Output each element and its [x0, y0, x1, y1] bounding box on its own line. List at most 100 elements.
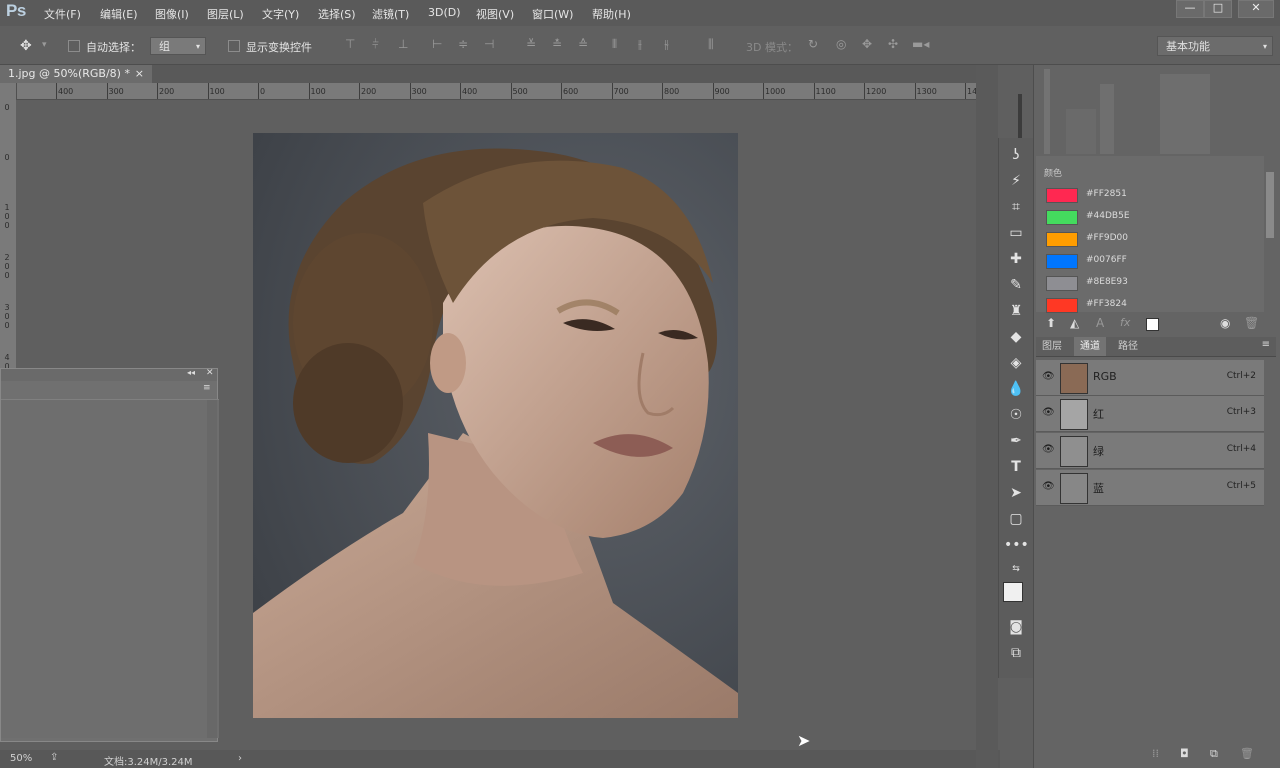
- document-image[interactable]: [253, 133, 738, 718]
- tab-paths[interactable]: 路径: [1112, 337, 1144, 356]
- menu-window[interactable]: 窗口(W): [532, 6, 573, 22]
- eye-icon[interactable]: 👁: [1042, 407, 1056, 419]
- trash-icon[interactable]: 🗑: [1240, 747, 1254, 760]
- move-tool-icon[interactable]: ✥: [20, 38, 32, 54]
- scrollbar[interactable]: [207, 400, 217, 738]
- tab-layers[interactable]: 图层: [1036, 337, 1068, 356]
- swatch-color[interactable]: [1046, 276, 1078, 291]
- collapse-icon[interactable]: ◂◂: [187, 368, 195, 377]
- eraser-icon[interactable]: ◆: [1004, 326, 1028, 348]
- save-selection-icon[interactable]: ◭: [1070, 316, 1079, 330]
- align-right-icon[interactable]: ⊣: [484, 37, 494, 51]
- menu-type[interactable]: 文字(Y): [262, 6, 299, 22]
- distribute-left-icon[interactable]: ⫴: [612, 37, 617, 52]
- export-icon[interactable]: ⇪: [50, 752, 58, 763]
- blur-icon[interactable]: 💧: [1004, 378, 1028, 400]
- distribute-top-icon[interactable]: ≚: [526, 37, 536, 51]
- align-vcenter-icon[interactable]: ⫩: [372, 37, 379, 52]
- brush-icon[interactable]: ✎: [1004, 274, 1028, 296]
- foreground-color[interactable]: [1003, 582, 1023, 602]
- eye-icon[interactable]: 👁: [1042, 481, 1056, 493]
- menu-help[interactable]: 帮助(H): [592, 6, 631, 22]
- channel-row[interactable]: 👁 红 Ctrl+3: [1036, 396, 1264, 432]
- status-menu-arrow[interactable]: ›: [238, 753, 242, 764]
- 3d-scale-icon[interactable]: ▬◂: [912, 37, 929, 51]
- menu-file[interactable]: 文件(F): [44, 6, 81, 22]
- swatch-color[interactable]: [1046, 254, 1078, 269]
- align-left-icon[interactable]: ⊢: [432, 37, 442, 51]
- lasso-icon[interactable]: ʖ: [1004, 144, 1028, 166]
- dodge-icon[interactable]: ☉: [1004, 404, 1028, 426]
- type-icon[interactable]: A: [1096, 316, 1104, 330]
- ruler-icon[interactable]: ▭: [1004, 222, 1028, 244]
- menu-select[interactable]: 选择(S): [318, 6, 356, 22]
- 3d-roll-icon[interactable]: ◎: [836, 37, 846, 51]
- dotted-selection-icon[interactable]: ⁞⁞: [1152, 747, 1159, 760]
- visibility-icon[interactable]: ◉: [1220, 316, 1230, 330]
- save-selection-icon[interactable]: ◘: [1180, 747, 1189, 760]
- distribute-hcenter-icon[interactable]: ⫲: [638, 37, 642, 52]
- 3d-pan-icon[interactable]: ✥: [862, 37, 872, 51]
- document-tab[interactable]: 1.jpg @ 50%(RGB/8) * ×: [0, 65, 152, 83]
- auto-select-checkbox[interactable]: [68, 40, 80, 52]
- menu-3d[interactable]: 3D(D): [428, 6, 461, 19]
- chevron-down-icon[interactable]: ▾: [42, 40, 47, 50]
- distribute-right-icon[interactable]: ⫳: [664, 37, 669, 52]
- menu-layer[interactable]: 图层(L): [207, 6, 244, 22]
- trash-icon[interactable]: 🗑: [1244, 316, 1259, 330]
- swatch-color[interactable]: [1046, 210, 1078, 225]
- new-channel-icon[interactable]: ⧉: [1210, 747, 1218, 761]
- eye-icon[interactable]: 👁: [1042, 444, 1056, 456]
- swatch-color[interactable]: [1046, 188, 1078, 203]
- maximize-button[interactable]: □: [1204, 0, 1232, 18]
- ruler-origin[interactable]: [0, 83, 16, 99]
- shape-icon[interactable]: ▢: [1004, 508, 1028, 530]
- magic-wand-icon[interactable]: ⚡: [1004, 170, 1028, 192]
- show-transform-checkbox[interactable]: [228, 40, 240, 52]
- close-icon[interactable]: ×: [135, 65, 144, 83]
- type-icon[interactable]: T: [1004, 456, 1028, 478]
- channel-row[interactable]: 👁 蓝 Ctrl+5: [1036, 470, 1264, 506]
- path-select-icon[interactable]: ➤: [1004, 482, 1028, 504]
- close-icon[interactable]: ✕: [206, 368, 214, 378]
- swatch-color[interactable]: [1046, 298, 1078, 313]
- distribute-vcenter-icon[interactable]: ≛: [552, 37, 562, 51]
- channel-row[interactable]: 👁 绿 Ctrl+4: [1036, 433, 1264, 469]
- distribute-bottom-icon[interactable]: ≙: [578, 37, 588, 51]
- align-top-icon[interactable]: ⊤: [345, 37, 355, 51]
- tab-channels[interactable]: 通道: [1074, 337, 1106, 356]
- close-button[interactable]: ✕: [1238, 0, 1274, 18]
- floating-panel-header[interactable]: ◂◂ ✕: [1, 368, 217, 381]
- channel-row[interactable]: 👁 RGB Ctrl+2: [1036, 360, 1264, 396]
- 3d-slide-icon[interactable]: ✣: [888, 37, 898, 51]
- swatch-color[interactable]: [1046, 232, 1078, 247]
- stamp-icon[interactable]: ♜: [1004, 300, 1028, 322]
- auto-align-icon[interactable]: ⫼: [708, 37, 714, 52]
- load-selection-icon[interactable]: ⬆: [1046, 316, 1056, 330]
- menu-view[interactable]: 视图(V): [476, 6, 514, 22]
- align-hcenter-icon[interactable]: ≑: [458, 37, 468, 51]
- auto-select-dropdown[interactable]: 组 ▾: [150, 37, 206, 55]
- paint-bucket-icon[interactable]: ◈: [1004, 352, 1028, 374]
- screen-mode-icon[interactable]: ⧉: [1004, 642, 1028, 664]
- eye-icon[interactable]: 👁: [1042, 371, 1056, 383]
- more-tools-icon[interactable]: •••: [1004, 534, 1029, 556]
- menu-edit[interactable]: 编辑(E): [100, 6, 138, 22]
- 3d-rotate-icon[interactable]: ↻: [808, 37, 818, 51]
- scrollbar[interactable]: [1266, 172, 1274, 238]
- healing-brush-icon[interactable]: ✚: [1004, 248, 1028, 270]
- menu-filter[interactable]: 滤镜(T): [372, 6, 409, 22]
- new-channel-icon[interactable]: [1146, 318, 1159, 331]
- menu-image[interactable]: 图像(I): [155, 6, 189, 22]
- zoom-level[interactable]: 50%: [10, 753, 32, 764]
- minimize-button[interactable]: —: [1176, 0, 1204, 18]
- panel-menu-icon[interactable]: ≡: [1262, 339, 1270, 350]
- pen-icon[interactable]: ✒: [1004, 430, 1028, 452]
- workspace-dropdown[interactable]: 基本功能 ▾: [1157, 36, 1273, 56]
- align-bottom-icon[interactable]: ⊥: [398, 37, 408, 51]
- panel-menu-icon[interactable]: ≡: [203, 383, 211, 393]
- swap-colors-icon[interactable]: ⇆: [1004, 558, 1028, 580]
- fx-icon[interactable]: fx: [1120, 316, 1130, 329]
- crop-icon[interactable]: ⌗: [1004, 196, 1028, 218]
- quick-mask-icon[interactable]: ◙: [1004, 616, 1028, 638]
